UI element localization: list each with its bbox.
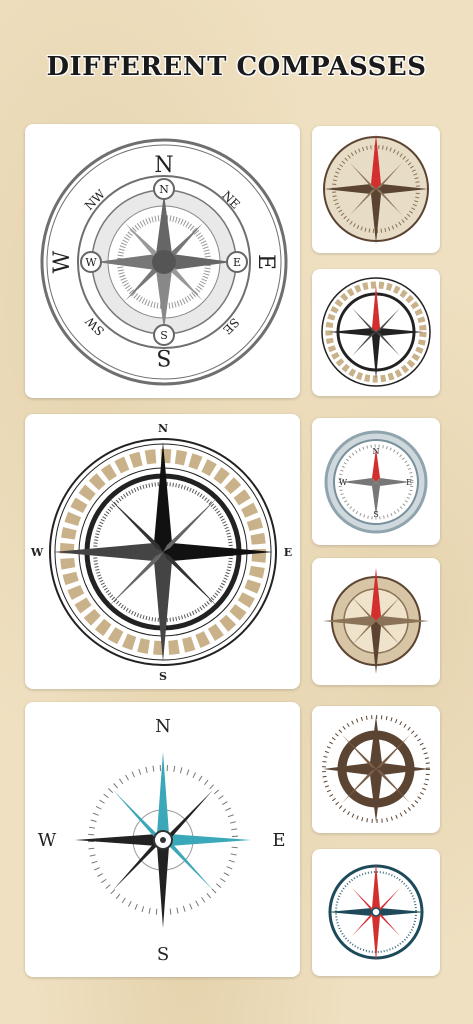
compass-thumb-6-image: [327, 863, 425, 961]
compass-thumb-2-image: [321, 277, 431, 387]
c3-label-e: E: [272, 830, 285, 851]
c1-inner-n: N: [159, 183, 169, 196]
compass-thumb-1-image: [323, 134, 429, 244]
c3-label-w: W: [38, 830, 57, 851]
compass-thumb-2[interactable]: [312, 269, 440, 396]
c4-label-e: E: [406, 478, 412, 487]
compass-thumb-1[interactable]: [312, 126, 440, 253]
compass-thumb-5-image: [322, 715, 430, 823]
c1-label-n: N: [154, 153, 173, 178]
compass-card-1[interactable]: N S W E N S W E NW NE SW SE: [25, 124, 300, 398]
c4-label-s: S: [373, 510, 378, 519]
compass-thumb-3-image: N S W E: [324, 430, 428, 534]
c1-label-w: W: [50, 250, 75, 273]
compass-thumb-4[interactable]: [312, 558, 440, 685]
compass-2-image: N S W E: [30, 422, 292, 683]
compass-card-2[interactable]: N S W E: [25, 414, 300, 689]
compass-thumb-6[interactable]: [312, 849, 440, 976]
c3-label-s: S: [157, 944, 169, 965]
page-title: DIFFERENT COMPASSES: [46, 52, 427, 82]
compass-thumb-5[interactable]: [312, 706, 440, 833]
compass-3-image: N S W E: [38, 716, 286, 965]
compass-thumb-3[interactable]: N S W E: [312, 418, 440, 545]
c2-label-n: N: [158, 422, 168, 435]
c4-label-w: W: [339, 478, 348, 487]
c1-inner-w: W: [85, 256, 97, 269]
c4-label-n: N: [373, 447, 380, 456]
compass-thumb-4-image: [323, 568, 429, 674]
compass-card-3[interactable]: N S W E: [25, 702, 300, 977]
c2-label-w: W: [30, 546, 44, 559]
c1-inner-e: E: [233, 256, 241, 269]
c1-label-s: S: [156, 344, 171, 369]
c3-label-n: N: [155, 716, 171, 737]
c1-label-e: E: [253, 254, 278, 270]
c1-inner-s: S: [160, 329, 168, 342]
c2-label-s: S: [159, 670, 167, 683]
c2-label-e: E: [284, 546, 292, 559]
compass-1-image: N S W E N S W E NW NE SW SE: [40, 138, 288, 386]
